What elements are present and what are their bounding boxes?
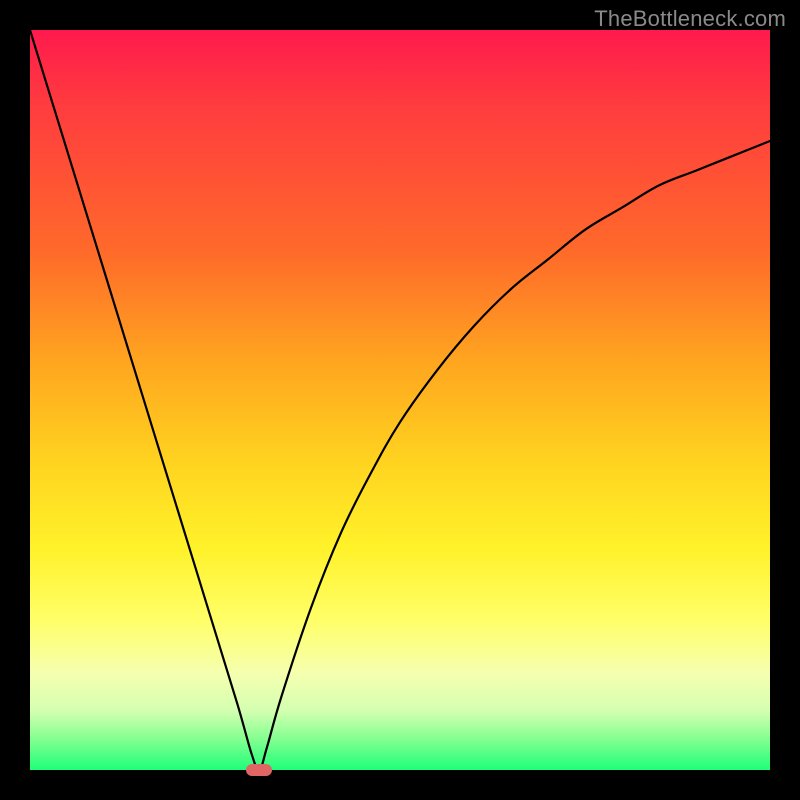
chart-frame: TheBottleneck.com — [0, 0, 800, 800]
bottleneck-curve — [30, 30, 770, 770]
optimal-point-marker — [246, 764, 272, 776]
plot-area — [30, 30, 770, 770]
watermark-text: TheBottleneck.com — [594, 6, 786, 32]
